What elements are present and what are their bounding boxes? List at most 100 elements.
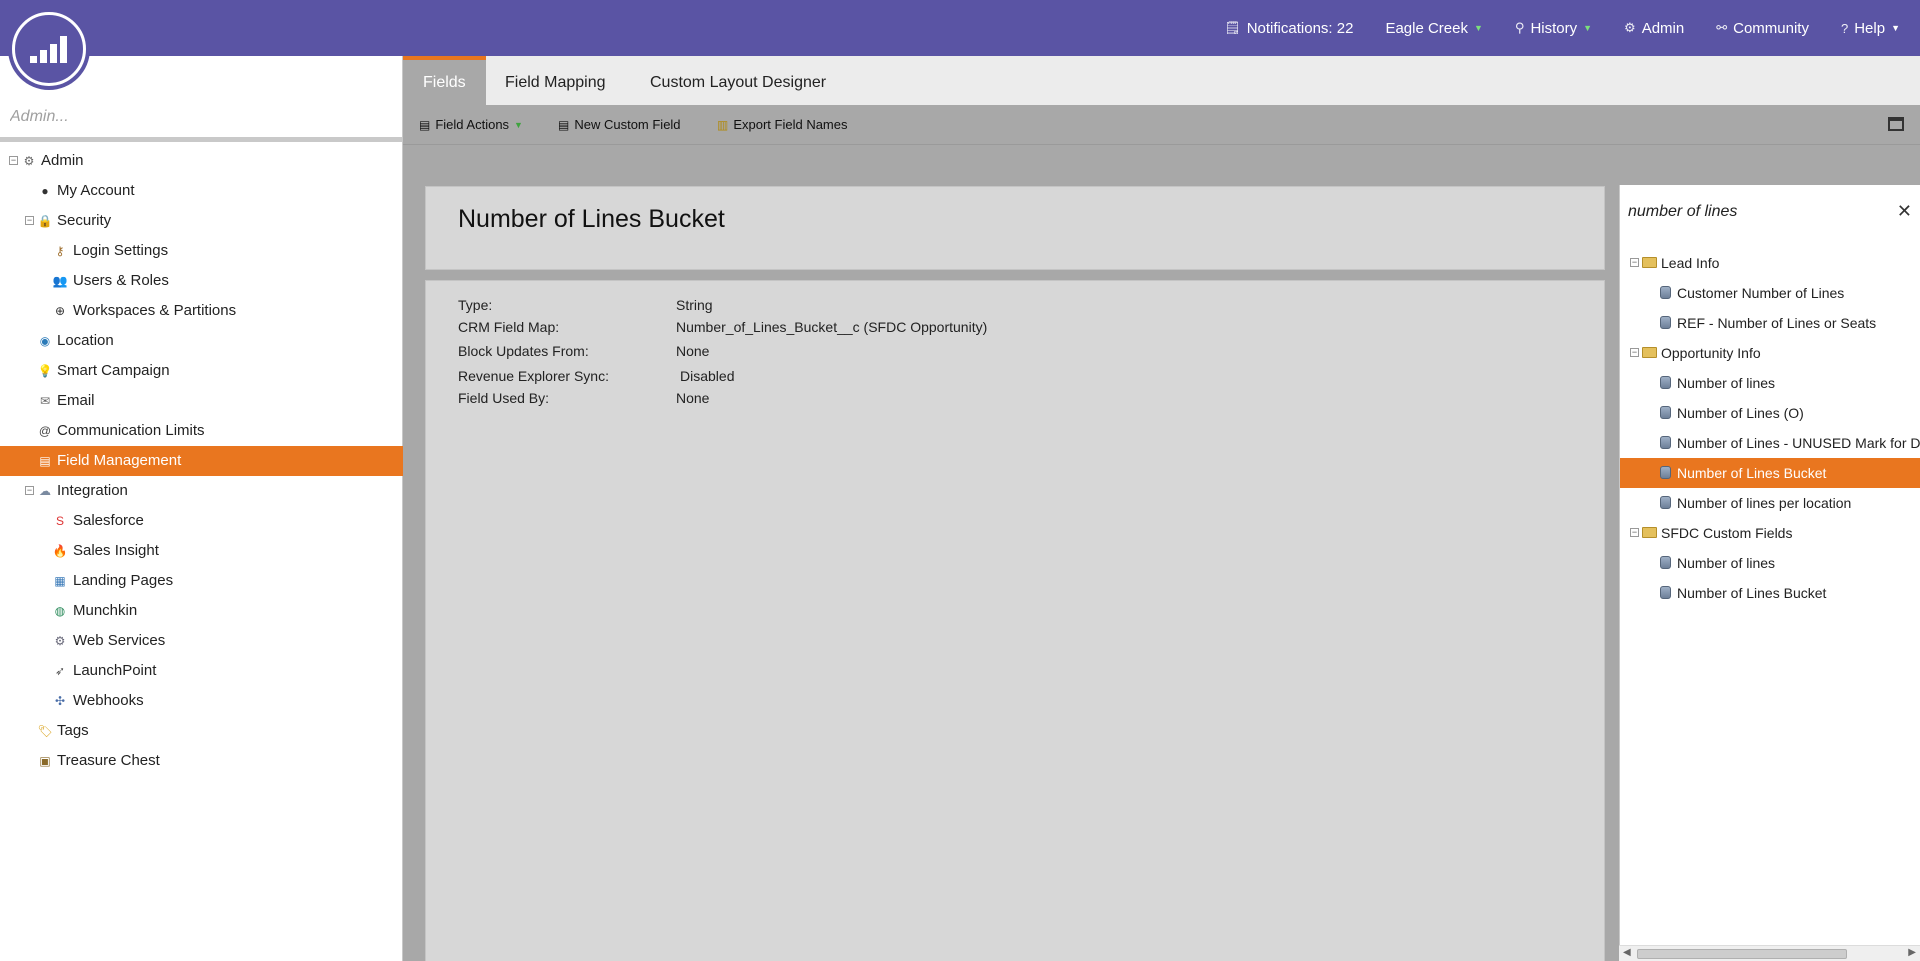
export-field-names-button[interactable]: ▥ Export Field Names [717, 105, 848, 145]
result-label: Number of Lines Bucket [1677, 585, 1827, 601]
tree-item-workspaces[interactable]: ⊕ Workspaces & Partitions [0, 296, 403, 326]
tree-item-sales-insight[interactable]: 🔥 Sales Insight [0, 536, 403, 566]
horizontal-scrollbar[interactable]: ◀ ▶ [1619, 945, 1920, 961]
tree-item-landing-pages[interactable]: ▦ Landing Pages [0, 566, 403, 596]
lightbulb-icon: 💡 [37, 364, 53, 378]
scroll-left-icon[interactable]: ◀ [1623, 947, 1631, 958]
close-icon[interactable]: ✕ [1897, 201, 1912, 222]
admin-link[interactable]: ⚙ Admin [1624, 20, 1684, 37]
result-ref-number-of-lines[interactable]: REF - Number of Lines or Seats [1620, 308, 1920, 338]
property-value: Number_of_Lines_Bucket__c (SFDC Opportun… [676, 319, 988, 335]
admin-label: Admin [1641, 19, 1685, 37]
result-label: Number of Lines Bucket [1677, 465, 1827, 481]
property-value: None [676, 390, 710, 406]
field-search-panel: ✕ − Lead Info Customer Number of Lines R… [1619, 185, 1920, 961]
history-icon: ⚲ [1514, 20, 1525, 35]
tree-label: Admin [41, 152, 84, 169]
property-value: Disabled [680, 368, 735, 384]
collapse-icon[interactable]: − [1630, 258, 1639, 267]
field-search-input[interactable] [1628, 203, 1888, 221]
result-sfdc-number-of-lines-bucket[interactable]: Number of Lines Bucket [1620, 578, 1920, 608]
help-dropdown[interactable]: ? Help ▼ [1841, 20, 1900, 37]
result-opp-number-of-lines[interactable]: Number of lines [1620, 368, 1920, 398]
tree-item-location[interactable]: ◉ Location [0, 326, 403, 356]
admin-tree: − ⚙ Admin ● My Account − 🔒 Security ⚷ Lo… [0, 146, 403, 776]
scroll-right-icon[interactable]: ▶ [1908, 947, 1916, 958]
group-lead-info[interactable]: − Lead Info [1620, 248, 1920, 278]
tree-label: Munchkin [73, 602, 138, 619]
tree-item-integration[interactable]: − ☁ Integration [0, 476, 403, 506]
tab-fields[interactable]: Fields [403, 56, 486, 105]
tree-label: Security [57, 212, 112, 229]
main-content: Number of Lines Bucket Type: String CRM … [403, 146, 1618, 961]
tree-item-field-management[interactable]: ▤ Field Management [0, 446, 403, 476]
admin-sidebar: − ⚙ Admin ● My Account − 🔒 Security ⚷ Lo… [0, 56, 403, 961]
marketo-logo[interactable] [12, 12, 86, 86]
tree-item-treasure-chest[interactable]: ▣ Treasure Chest [0, 746, 403, 776]
gear-icon: ⚙ [1624, 20, 1636, 35]
tree-item-smart-campaign[interactable]: 💡 Smart Campaign [0, 356, 403, 386]
property-value: String [676, 297, 713, 313]
tab-custom-layout-designer[interactable]: Custom Layout Designer [630, 56, 846, 105]
tree-item-munchkin[interactable]: ◍ Munchkin [0, 596, 403, 626]
new-custom-field-button[interactable]: ▤ New Custom Field [558, 105, 681, 145]
result-label: Number of Lines - UNUSED Mark for Deleti… [1677, 435, 1920, 451]
result-opp-number-of-lines-o[interactable]: Number of Lines (O) [1620, 398, 1920, 428]
tree-item-web-services[interactable]: ⚙ Web Services [0, 626, 403, 656]
tree-item-admin[interactable]: − ⚙ Admin [0, 146, 403, 176]
result-opp-number-of-lines-unused[interactable]: Number of Lines - UNUSED Mark for Deleti… [1620, 428, 1920, 458]
collapse-icon[interactable]: − [25, 216, 34, 225]
result-customer-number-of-lines[interactable]: Customer Number of Lines [1620, 278, 1920, 308]
tree-item-webhooks[interactable]: ✣ Webhooks [0, 686, 403, 716]
tree-label: Location [57, 332, 114, 349]
munchkin-icon: ◍ [54, 604, 66, 618]
group-label: Opportunity Info [1661, 345, 1761, 361]
tree-item-users-roles[interactable]: 👥 Users & Roles [0, 266, 403, 296]
collapse-icon[interactable]: − [25, 486, 34, 495]
tree-item-my-account[interactable]: ● My Account [0, 176, 403, 206]
flame-icon: 🔥 [52, 544, 68, 558]
property-value: None [676, 343, 710, 359]
tree-item-tags[interactable]: 🏷 Tags [0, 716, 403, 746]
result-label: Number of lines [1677, 375, 1776, 391]
tab-field-mapping[interactable]: Field Mapping [485, 56, 626, 105]
field-icon [1657, 435, 1673, 450]
tree-item-launchpoint[interactable]: ➶ LaunchPoint [0, 656, 403, 686]
panel-toggle-icon[interactable] [1888, 117, 1904, 131]
result-opp-number-of-lines-per-location[interactable]: Number of lines per location [1620, 488, 1920, 518]
folder-icon [1641, 345, 1657, 360]
collapse-icon[interactable]: − [9, 156, 18, 165]
tree-label: Tags [57, 722, 89, 739]
chevron-down-icon: ▼ [1583, 23, 1593, 33]
notification-icon: 🗒 [1224, 20, 1241, 35]
workspace-dropdown[interactable]: Eagle Creek ▼ [1385, 20, 1482, 37]
users-icon: 👥 [52, 274, 68, 288]
result-opp-number-of-lines-bucket[interactable]: Number of Lines Bucket [1620, 458, 1920, 488]
field-management-icon: ▤ [39, 454, 51, 468]
community-link[interactable]: ⚯ Community [1716, 20, 1809, 37]
field-actions-button[interactable]: ▤ Field Actions ▼ [419, 105, 523, 145]
tree-label: Sales Insight [73, 542, 159, 559]
group-opportunity-info[interactable]: − Opportunity Info [1620, 338, 1920, 368]
field-details-card: Type: String CRM Field Map: Number_of_Li… [425, 280, 1605, 961]
tree-item-salesforce[interactable]: S Salesforce [0, 506, 403, 536]
history-dropdown[interactable]: ⚲ History ▼ [1515, 20, 1592, 37]
tree-item-login-settings[interactable]: ⚷ Login Settings [0, 236, 403, 266]
help-icon: ? [1840, 20, 1849, 36]
group-sfdc-custom-fields[interactable]: − SFDC Custom Fields [1620, 518, 1920, 548]
notifications-button[interactable]: 🗒 Notifications: 22 [1224, 20, 1353, 37]
folder-icon [1641, 525, 1657, 540]
collapse-icon[interactable]: − [1630, 528, 1639, 537]
collapse-icon[interactable]: − [1630, 348, 1639, 357]
scrollbar-thumb[interactable] [1637, 949, 1847, 959]
admin-search-input[interactable] [10, 104, 390, 130]
result-label: Number of lines [1677, 555, 1776, 571]
tree-item-security[interactable]: − 🔒 Security [0, 206, 403, 236]
tree-item-communication-limits[interactable]: @ Communication Limits [0, 416, 403, 446]
tree-label: Treasure Chest [57, 752, 160, 769]
result-sfdc-number-of-lines[interactable]: Number of lines [1620, 548, 1920, 578]
field-icon [1657, 495, 1673, 510]
web-services-icon: ⚙ [54, 634, 66, 648]
chevron-down-icon: ▼ [514, 120, 523, 130]
tree-item-email[interactable]: ✉ Email [0, 386, 403, 416]
